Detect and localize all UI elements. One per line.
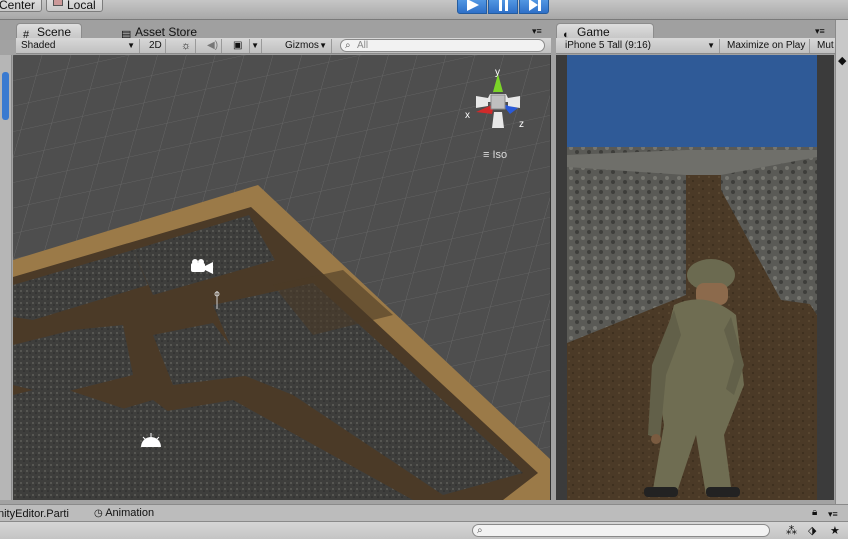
2d-toggle-button[interactable]: 2D [144, 39, 166, 53]
step-icon [529, 0, 541, 11]
game-tab-bar: ◐ Game ▾≡ [553, 20, 835, 41]
scene-toolbar: Shaded ▼ 2D ☼ ◀) ▣ ▼ Gizmos ▼ ⌕ All [16, 38, 551, 54]
image-icon: ▣ [233, 40, 243, 51]
bottom-tab-bar: nityEditor.Parti ◷ Animation 🔒︎ ▾≡ [0, 504, 848, 522]
mute-audio-toggle[interactable]: Mut [812, 39, 835, 53]
play-icon [467, 0, 479, 11]
gizmo-y-label: y [495, 67, 500, 78]
chevron-down-icon: ▼ [319, 41, 327, 50]
pivot-toggle-button[interactable]: Center [0, 0, 43, 12]
tab-particle-editor-label: nityEditor.Parti [0, 508, 69, 520]
pivot-label: Center [0, 0, 36, 12]
panel-menu-icon[interactable]: ▾≡ [532, 26, 542, 37]
gizmo-x-label: x [465, 110, 470, 121]
cube-icon [53, 0, 63, 6]
game-toolbar: iPhone 5 Tall (9:16) ▼ Maximize on Play M… [556, 38, 835, 54]
game-render [556, 55, 834, 500]
scene-viewport[interactable]: y x z ≡ Iso [13, 55, 551, 500]
tab-animation-label: Animation [105, 507, 155, 519]
resolution-value: iPhone 5 Tall (9:16) [565, 40, 651, 51]
clock-icon: ◷ [94, 508, 103, 519]
mute-label: Mut [817, 40, 834, 51]
game-viewport[interactable] [556, 55, 834, 500]
chevron-down-icon: ▼ [251, 41, 259, 50]
projection-toggle[interactable]: ≡ Iso [483, 149, 507, 161]
diamond-icon[interactable]: ◆ [838, 54, 846, 67]
pause-button[interactable] [488, 0, 518, 14]
tab-asset-store-label: Asset Store [135, 25, 198, 39]
tab-particle-editor[interactable]: nityEditor.Parti [0, 508, 69, 520]
speaker-icon: ◀) [207, 40, 219, 51]
gizmos-label: Gizmos [285, 40, 319, 51]
menu-lines-icon: ≡ [483, 149, 490, 161]
panel-menu-icon[interactable]: ▾≡ [828, 509, 838, 520]
chevron-down-icon: ▼ [127, 41, 135, 50]
sun-icon: ☼ [181, 40, 192, 52]
search-icon: ⌕ [345, 40, 351, 51]
play-button[interactable] [457, 0, 487, 14]
scene-search-placeholder: All [357, 40, 369, 51]
project-search-input[interactable]: ⌕ [472, 524, 770, 537]
main-toolbar: Center Local [0, 0, 848, 20]
gizmo-z-label: z [519, 119, 524, 130]
sky [567, 55, 817, 147]
step-button[interactable] [519, 0, 549, 14]
resolution-dropdown[interactable]: iPhone 5 Tall (9:16) ▼ [556, 39, 720, 53]
filter-by-type-icon[interactable]: ⁂ [786, 524, 797, 537]
2d-label: 2D [149, 40, 162, 51]
hierarchy-panel-edge [0, 55, 12, 500]
maximize-label: Maximize on Play [727, 40, 806, 51]
projection-label: Iso [492, 149, 508, 161]
tag-icon[interactable]: ⬗ [808, 524, 816, 537]
gizmos-dropdown[interactable]: Gizmos ▼ [280, 39, 332, 53]
maximize-on-play-toggle[interactable]: Maximize on Play [722, 39, 810, 53]
chevron-down-icon: ▼ [707, 41, 715, 50]
lock-icon[interactable]: 🔒︎ [812, 507, 817, 518]
project-toolbar: ⌕ ⁂ ⬗ ★ [0, 521, 848, 539]
shading-mode-value: Shaded [21, 40, 56, 51]
inspector-panel-edge: ◆ [835, 20, 848, 505]
scene-search-input[interactable]: ⌕ All [340, 39, 545, 52]
lighting-toggle-button[interactable]: ☼ [176, 39, 196, 53]
space-toggle-button[interactable]: Local [46, 0, 103, 12]
tab-animation[interactable]: ◷ Animation [94, 507, 154, 519]
hierarchy-scrollbar[interactable] [2, 72, 9, 120]
effects-toggle-button[interactable]: ▣ [228, 39, 250, 53]
effects-dropdown[interactable]: ▼ [250, 39, 262, 53]
scene-render [13, 55, 550, 500]
space-label: Local [67, 0, 96, 12]
star-icon[interactable]: ★ [830, 524, 840, 537]
scene-tab-bar: # Scene ▤ Asset Store ▾≡ [0, 20, 553, 41]
search-icon: ⌕ [477, 525, 483, 536]
audio-toggle-button[interactable]: ◀) [202, 39, 222, 53]
shading-mode-dropdown[interactable]: Shaded ▼ [16, 39, 140, 53]
tab-scene-label: Scene [37, 25, 72, 39]
tab-game-label: Game [577, 25, 610, 39]
panel-menu-icon[interactable]: ▾≡ [815, 26, 825, 37]
pause-icon [499, 0, 508, 11]
